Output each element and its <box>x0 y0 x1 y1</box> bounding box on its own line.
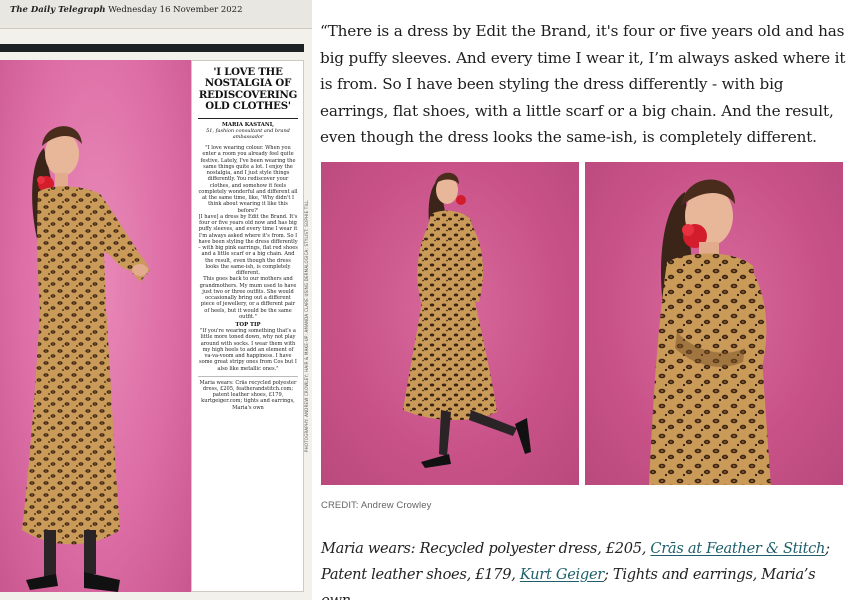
web-photo-three-quarter[interactable] <box>585 162 843 485</box>
body-paragraph: This goes back to our mothers and grandm… <box>199 276 297 320</box>
wears-prefix: Maria wears: Recycled polyester dress, £… <box>321 540 651 557</box>
masthead-rule <box>0 28 312 44</box>
web-article: “There is a dress by Edit the Brand, it'… <box>318 0 850 600</box>
article-byline-role: 51, fashion consultant and brand ambassa… <box>206 128 290 141</box>
newspaper-masthead: The Daily Telegraph Wednesday 16 Novembe… <box>0 0 312 28</box>
headline-separator <box>198 117 298 119</box>
article-quote: “There is a dress by Edit the Brand, it'… <box>320 22 846 146</box>
top-tip-body: "If you're wearing something that's a li… <box>199 328 297 372</box>
woman-kicking-illustration <box>403 172 531 468</box>
paper-name: The Daily Telegraph <box>10 5 106 15</box>
section-rule <box>0 44 304 52</box>
print-article-box: 'I love the nostalgia of rediscovering o… <box>191 60 304 592</box>
masthead-date: Wednesday 16 November 2022 <box>108 5 243 15</box>
print-page-clipping: The Daily Telegraph Wednesday 16 Novembe… <box>0 0 312 600</box>
photo-credit: CREDIT: Andrew Crowley <box>321 500 432 511</box>
woman-leopard-dress-illustration <box>22 126 150 592</box>
print-fashion-photo <box>0 60 191 592</box>
web-photo-full-length[interactable] <box>321 162 579 485</box>
print-photo-credit: PHOTOGRAPHY: ANDREW CROWLEY; HAIR & MAKE… <box>304 200 309 452</box>
print-caption: Maria wears: Crās recycled polyester dre… <box>198 375 298 411</box>
kurt-geiger-link[interactable]: Kurt Geiger <box>520 566 604 583</box>
feather-stitch-link[interactable]: Crās at Feather & Stitch <box>650 540 825 557</box>
maria-wears-caption: Maria wears: Recycled polyester dress, £… <box>321 536 849 600</box>
article-body: "I love wearing colour. When you enter a… <box>198 145 298 320</box>
article-headline: 'I love the nostalgia of rediscovering o… <box>198 66 298 113</box>
woman-portrait-illustration <box>649 179 771 485</box>
body-paragraph: "I love wearing colour. When you enter a… <box>198 145 298 214</box>
body-paragraph: [I have] a dress by Edit the Brand. It's… <box>198 213 298 277</box>
